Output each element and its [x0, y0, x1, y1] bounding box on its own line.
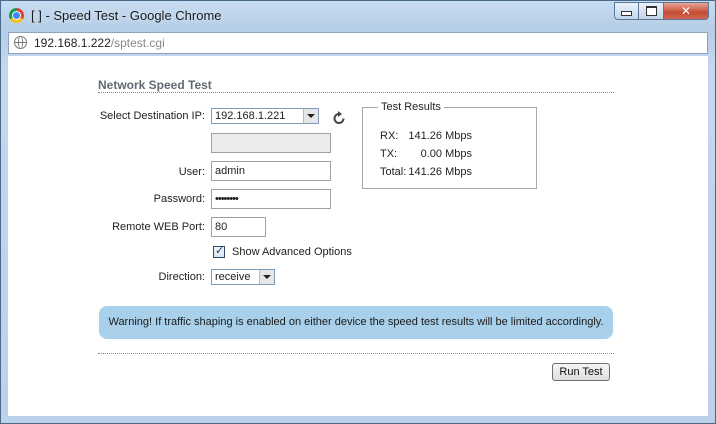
advanced-options-checkbox[interactable] [213, 244, 225, 258]
bottom-divider [98, 353, 614, 354]
maximize-button[interactable] [639, 2, 664, 20]
window-controls: ✕ [614, 2, 709, 21]
total-value: 141.26 Mbps [408, 166, 472, 178]
page-content: Network Speed Test Select Destination IP… [8, 56, 708, 416]
minimize-icon [621, 11, 632, 16]
total-label: Total: [380, 166, 407, 178]
tx-label: TX: [380, 148, 398, 160]
refresh-icon[interactable] [332, 111, 346, 125]
close-icon: ✕ [680, 4, 692, 18]
destination-ip-label: Select Destination IP: [99, 110, 205, 122]
window-title: [ ] - Speed Test - Google Chrome [31, 8, 222, 23]
direction-select[interactable]: receive [211, 269, 275, 285]
tx-value: 0.00 Mbps [420, 148, 472, 160]
direction-label: Direction: [158, 271, 205, 283]
browser-window: [ ] - Speed Test - Google Chrome ✕ 192.1… [0, 0, 716, 424]
maximize-icon [645, 6, 657, 16]
test-results-legend: Test Results [378, 101, 444, 113]
rx-label: RX: [380, 130, 399, 142]
minimize-button[interactable] [614, 2, 639, 20]
chevron-down-icon [303, 109, 318, 123]
destination-ip-select[interactable]: 192.168.1.221 [211, 108, 319, 124]
user-field[interactable]: admin [211, 161, 331, 181]
globe-icon [14, 36, 27, 49]
title-divider [98, 92, 614, 93]
page-title: Network Speed Test [98, 78, 212, 92]
url-host: 192.168.1.222 [34, 36, 111, 50]
title-bar[interactable]: [ ] - Speed Test - Google Chrome ✕ [1, 1, 715, 31]
close-button[interactable]: ✕ [664, 2, 709, 20]
direction-value: receive [215, 271, 251, 283]
advanced-options-label[interactable]: Show Advanced Options [232, 246, 352, 258]
remote-port-field[interactable]: 80 [211, 217, 266, 237]
user-label: User: [178, 166, 205, 178]
password-field[interactable]: •••••••• [211, 189, 331, 209]
chevron-down-icon [259, 270, 274, 284]
password-label: Password: [153, 193, 205, 205]
destination-ip-value: 192.168.1.221 [215, 110, 286, 122]
run-test-button[interactable]: Run Test [552, 363, 610, 381]
shaping-warning: Warning! If traffic shaping is enabled o… [99, 306, 613, 339]
custom-ip-field[interactable] [211, 133, 331, 153]
chrome-logo-icon [9, 8, 24, 23]
url-path: /sptest.cgi [110, 36, 165, 50]
rx-value: 141.26 Mbps [408, 130, 472, 142]
address-bar[interactable]: 192.168.1.222/sptest.cgi [8, 32, 708, 54]
remote-port-label: Remote WEB Port: [112, 221, 205, 233]
url-text[interactable]: 192.168.1.222/sptest.cgi [34, 36, 165, 50]
